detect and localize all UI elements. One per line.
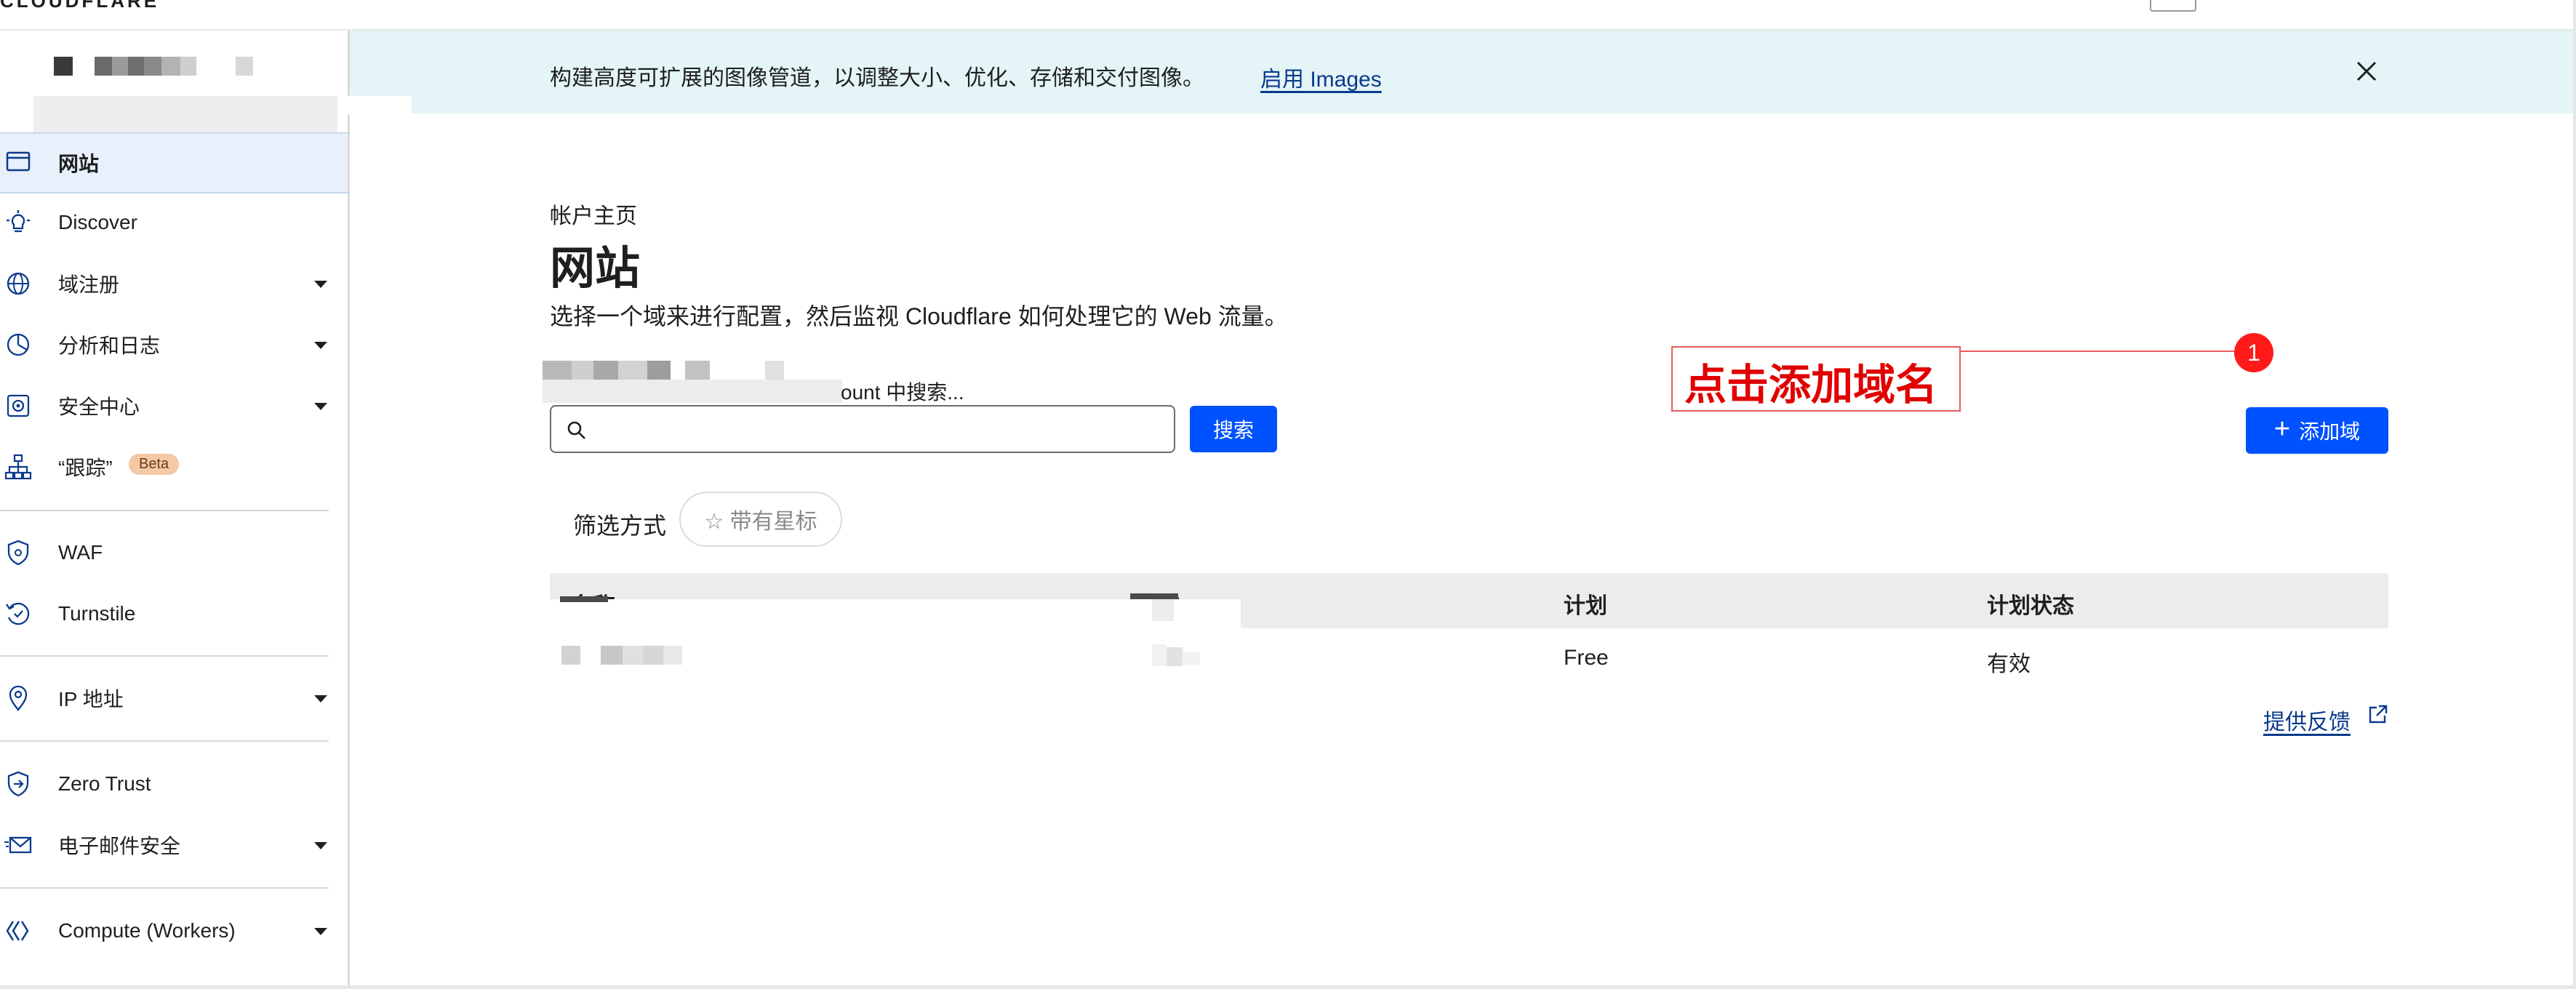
column-header-plan-status[interactable]: 计划状态 — [1987, 588, 2074, 620]
sidebar-item-label: 分析和日志 — [58, 335, 161, 357]
brand-logo[interactable]: CLOUDFLARE — [0, 0, 159, 12]
sidebar-item-label: Discover — [58, 211, 137, 233]
plus-icon: + — [2273, 414, 2291, 444]
breadcrumb[interactable]: 帐户主页 — [550, 198, 637, 230]
sidebar-item-ip-addresses[interactable]: IP 地址 — [0, 669, 348, 727]
turnstile-icon — [6, 602, 30, 625]
sidebar-item-label: Zero Trust — [58, 772, 151, 795]
banner-text: 构建高度可扩展的图像管道，以调整大小、优化、存储和交付图像。 — [550, 66, 1204, 90]
location-pin-icon — [9, 685, 28, 711]
sidebar-divider — [0, 887, 329, 889]
sidebar-item-label: WAF — [58, 541, 103, 564]
sidebar-item-security-center[interactable]: 安全中心 — [0, 377, 348, 435]
pie-chart-icon — [7, 333, 30, 356]
sidebar-item-discover[interactable]: Discover — [0, 193, 348, 252]
sitemap-icon — [4, 454, 32, 480]
search-button[interactable]: 搜索 — [1190, 406, 1277, 452]
chevron-down-icon[interactable] — [314, 403, 327, 410]
add-domain-button[interactable]: + 添加域 — [2246, 407, 2388, 454]
security-center-icon — [7, 394, 30, 417]
sidebar-item-traces[interactable]: “跟踪” Beta — [0, 438, 348, 496]
page-title: 网站 — [550, 244, 641, 294]
zero-trust-icon — [7, 771, 29, 797]
sidebar-item-analytics-logs[interactable]: 分析和日志 — [0, 316, 348, 374]
account-menu-button[interactable] — [2150, 0, 2196, 12]
beta-badge: Beta — [129, 454, 180, 475]
chevron-down-icon[interactable] — [314, 842, 327, 849]
redacted-status — [1152, 644, 1200, 666]
sidebar-item-label: IP 地址 — [58, 688, 124, 710]
account-selector[interactable] — [33, 96, 337, 134]
sidebar-item-websites[interactable]: 网站 — [0, 132, 348, 193]
sidebar-item-label: “跟踪” — [58, 457, 113, 479]
sidebar-item-email-security[interactable]: 电子邮件安全 — [0, 816, 348, 874]
annotation-text: 点击添加域名 — [1684, 361, 1938, 409]
redacted-domain-name[interactable] — [561, 643, 685, 668]
filter-label: 筛选方式 — [573, 513, 667, 539]
envelope-icon — [4, 836, 32, 854]
sidebar-item-label: 域注册 — [58, 273, 120, 296]
account-switcher[interactable] — [52, 54, 256, 79]
chevron-down-icon[interactable] — [314, 342, 327, 349]
plan-cell: Free — [1564, 646, 1609, 670]
sidebar-item-label: 电子邮件安全 — [58, 835, 181, 857]
lightbulb-icon — [7, 210, 30, 233]
sidebar-item-label: 网站 — [58, 153, 100, 175]
chevron-down-icon[interactable] — [314, 281, 327, 288]
sidebar-item-domain-registration[interactable]: 域注册 — [0, 255, 348, 313]
search-field[interactable] — [550, 405, 1175, 453]
banner-notch — [337, 96, 412, 115]
close-icon[interactable] — [2353, 58, 2380, 84]
sidebar-divider — [0, 740, 329, 742]
annotation-connector — [1961, 351, 2241, 352]
redacted-account-name — [543, 361, 842, 403]
sidebar-divider — [0, 510, 329, 511]
add-domain-label: 添加域 — [2299, 420, 2361, 443]
table-row[interactable] — [550, 628, 2388, 684]
sidebar-item-turnstile[interactable]: Turnstile — [0, 585, 348, 643]
sidebar-item-waf[interactable]: WAF — [0, 524, 348, 582]
external-link-icon[interactable] — [2367, 704, 2388, 726]
sidebar-item-label: 安全中心 — [58, 396, 140, 418]
redacted-header-fragment — [1130, 593, 1178, 621]
chevron-down-icon[interactable] — [314, 928, 327, 935]
plan-status-cell: 有效 — [1987, 652, 2031, 676]
browser-window-icon — [6, 151, 31, 172]
page-description: 选择一个域来进行配置，然后监视 Cloudflare 如何处理它的 Web 流量… — [550, 303, 1288, 329]
workers-icon — [6, 921, 29, 941]
annotation-step-badge: 1 — [2234, 333, 2273, 372]
window-edge — [0, 985, 2576, 989]
column-header-plan[interactable]: 计划 — [1564, 588, 1607, 620]
redacted-header-fragment — [560, 596, 608, 602]
enable-images-link[interactable]: 启用 Images — [1260, 61, 1382, 93]
globe-icon — [7, 272, 30, 295]
sidebar-divider — [0, 655, 329, 657]
sidebar-item-compute-workers[interactable]: Compute (Workers) — [0, 902, 348, 960]
starred-filter-pill[interactable]: ☆ 带有星标 — [679, 492, 842, 547]
sidebar-item-label: Compute (Workers) — [58, 919, 236, 942]
sidebar-item-zero-trust[interactable]: Zero Trust — [0, 755, 348, 813]
search-label: ount 中搜索... — [841, 381, 964, 404]
sidebar-item-label: Turnstile — [58, 602, 136, 625]
chevron-down-icon[interactable] — [314, 695, 327, 702]
search-input[interactable] — [596, 412, 1167, 447]
window-edge — [2573, 0, 2576, 989]
search-icon — [567, 421, 585, 439]
feedback-link[interactable]: 提供反馈 — [2263, 704, 2351, 736]
shield-icon — [7, 540, 29, 566]
